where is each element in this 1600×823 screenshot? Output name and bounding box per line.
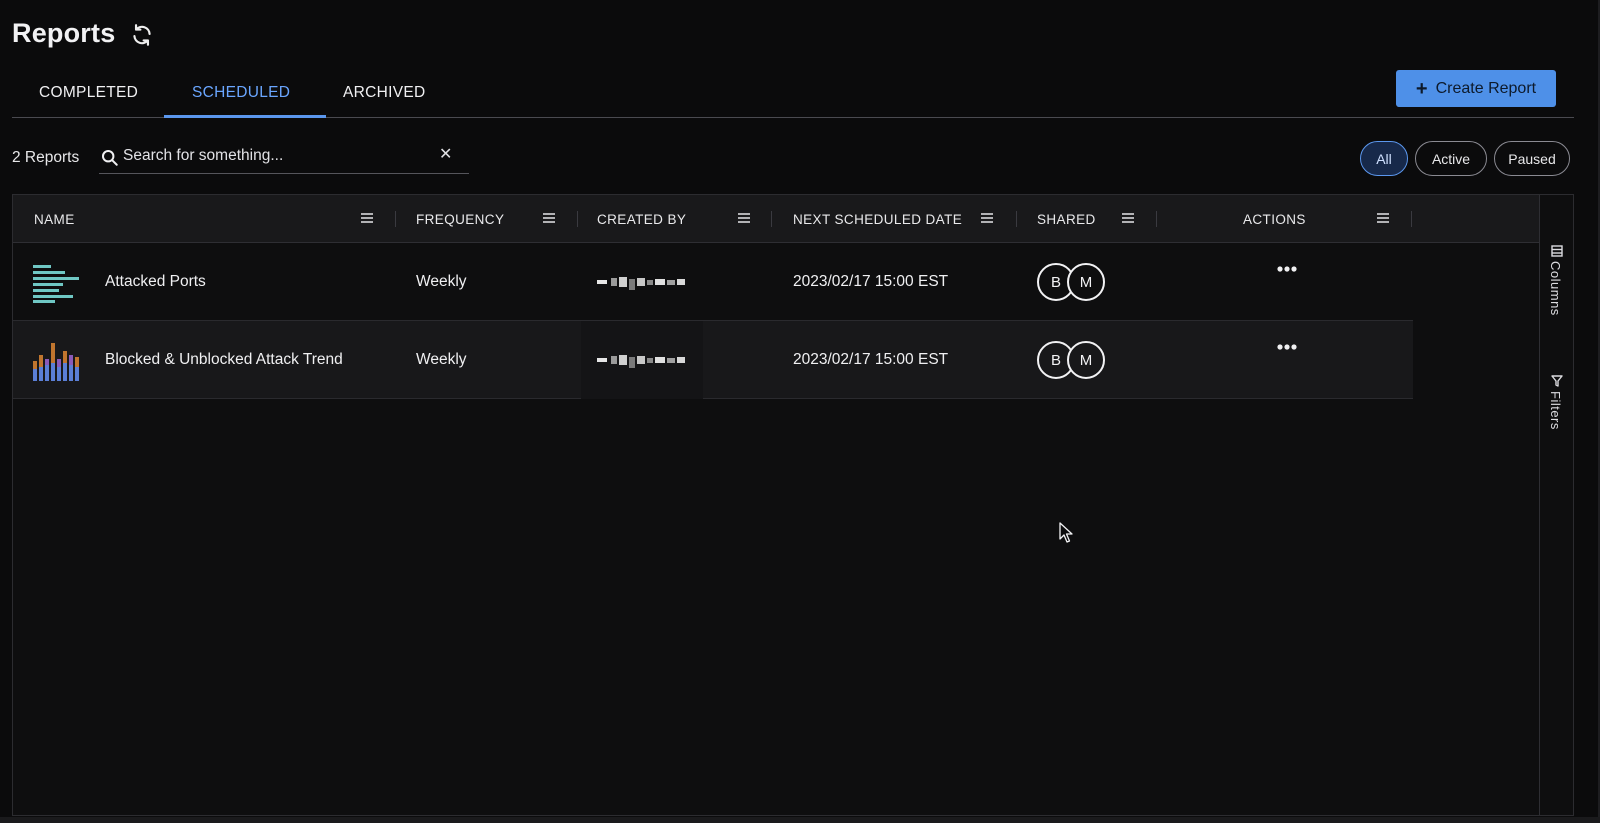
column-menu-icon[interactable] [1121, 212, 1135, 224]
column-separator[interactable] [771, 211, 772, 227]
window-edge-bottom [0, 817, 1600, 823]
horizontal-bar-chart-icon [33, 265, 79, 303]
avatar[interactable]: M [1067, 341, 1105, 379]
create-report-label: Create Report [1435, 79, 1537, 97]
refresh-icon[interactable] [129, 22, 155, 48]
column-menu-icon[interactable] [737, 212, 751, 224]
redacted-user [597, 277, 685, 290]
table-row[interactable]: Attacked Ports Weekly 2023/02/17 15:00 E… [13, 243, 1413, 321]
tab-completed[interactable]: COMPLETED [39, 84, 138, 102]
column-separator[interactable] [1156, 211, 1157, 227]
filter-all[interactable]: All [1360, 141, 1408, 176]
next-scheduled-date: 2023/02/17 15:00 EST [793, 273, 949, 290]
reports-table: NAME FREQUENCY CREATED BY NEXT SCHEDULED… [12, 194, 1574, 816]
report-frequency: Weekly [416, 351, 467, 368]
column-separator[interactable] [577, 211, 578, 227]
active-tab-indicator [164, 115, 326, 118]
search-box: ✕ [99, 140, 469, 174]
columns-panel-button[interactable]: Columns [1540, 243, 1574, 323]
filters-panel-button[interactable]: Filters [1540, 373, 1574, 443]
column-menu-icon[interactable] [360, 212, 374, 224]
side-tool-panel: Columns Filters [1539, 195, 1573, 815]
page-title: Reports [12, 18, 116, 48]
more-icon[interactable] [1276, 265, 1298, 273]
column-header-actions[interactable]: ACTIONS [1243, 212, 1306, 227]
column-header-name[interactable]: NAME [34, 212, 75, 227]
tab-scheduled[interactable]: SCHEDULED [192, 84, 290, 102]
report-name[interactable]: Attacked Ports [105, 273, 206, 291]
plus-icon: + [1415, 77, 1428, 100]
filters-label: Filters [1548, 391, 1563, 430]
filter-icon [1551, 375, 1563, 387]
column-separator[interactable] [1016, 211, 1017, 227]
more-icon[interactable] [1276, 343, 1298, 351]
columns-icon [1551, 245, 1563, 257]
column-separator[interactable] [1411, 211, 1412, 227]
shared-avatars: B M [1037, 263, 1117, 303]
report-name[interactable]: Blocked & Unblocked Attack Trend [105, 351, 343, 369]
column-menu-icon[interactable] [1376, 212, 1390, 224]
column-header-shared[interactable]: SHARED [1037, 212, 1096, 227]
search-icon [101, 149, 118, 166]
mouse-cursor-icon [1059, 522, 1073, 543]
column-menu-icon[interactable] [542, 212, 556, 224]
create-report-button[interactable]: + Create Report [1396, 70, 1556, 107]
report-frequency: Weekly [416, 273, 467, 290]
table-row[interactable]: Blocked & Unblocked Attack Trend Weekly … [13, 321, 1413, 399]
column-header-next-scheduled-date[interactable]: NEXT SCHEDULED DATE [793, 212, 962, 227]
report-count: 2 Reports [12, 149, 80, 166]
stacked-bar-chart-icon [33, 343, 79, 381]
column-header-frequency[interactable]: FREQUENCY [416, 212, 504, 227]
tab-bar: COMPLETED SCHEDULED ARCHIVED [12, 68, 1574, 118]
tab-archived[interactable]: ARCHIVED [343, 84, 426, 102]
filter-active[interactable]: Active [1415, 141, 1487, 176]
search-input[interactable] [123, 144, 433, 168]
filter-paused[interactable]: Paused [1494, 141, 1570, 176]
shared-avatars: B M [1037, 341, 1117, 381]
column-header-created-by[interactable]: CREATED BY [597, 212, 686, 227]
columns-label: Columns [1548, 261, 1563, 316]
table-header: NAME FREQUENCY CREATED BY NEXT SCHEDULED… [13, 195, 1539, 243]
column-separator[interactable] [395, 211, 396, 227]
close-icon[interactable]: ✕ [439, 144, 452, 164]
next-scheduled-date: 2023/02/17 15:00 EST [793, 351, 949, 368]
avatar[interactable]: M [1067, 263, 1105, 301]
column-menu-icon[interactable] [980, 212, 994, 224]
redacted-user [597, 355, 685, 368]
